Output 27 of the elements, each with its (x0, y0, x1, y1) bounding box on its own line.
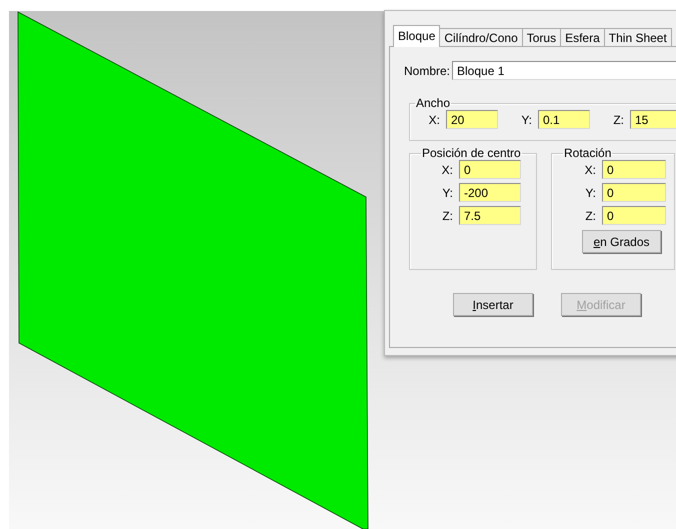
field-label: Y: (520, 112, 533, 126)
group-title: Ancho (415, 96, 452, 110)
field-label: Y: (441, 186, 454, 200)
field-label: X: (440, 162, 454, 176)
field-label: Nombre: (404, 64, 450, 78)
input-field[interactable]: 15 (630, 110, 676, 129)
input-field[interactable]: 0 (602, 183, 666, 202)
group-title: Rotación (563, 146, 612, 160)
input-field[interactable]: 0 (459, 160, 521, 179)
field-label: Z: (612, 112, 625, 126)
field-label: X: (428, 112, 441, 126)
input-field[interactable]: 0 (602, 160, 666, 179)
tab[interactable]: Thin Sheet (604, 28, 672, 47)
action-button[interactable]: Insertar (453, 293, 533, 316)
input-field[interactable]: 0.1 (538, 110, 590, 129)
field-label: Z: (441, 208, 454, 222)
field-label: X: (584, 162, 597, 176)
group-title: Posición de centro (421, 146, 522, 160)
tab[interactable]: Bloque (393, 25, 440, 47)
field-label: Y: (584, 186, 597, 200)
input-field[interactable]: 20 (446, 110, 498, 129)
input-field[interactable]: 0 (602, 206, 666, 225)
field-label: Z: (584, 208, 597, 222)
input-field[interactable]: -200 (459, 183, 521, 202)
name-field[interactable]: Bloque 1 (452, 61, 676, 80)
degrees-button[interactable]: en Grados (582, 230, 661, 253)
input-field[interactable]: 7.5 (459, 206, 521, 225)
